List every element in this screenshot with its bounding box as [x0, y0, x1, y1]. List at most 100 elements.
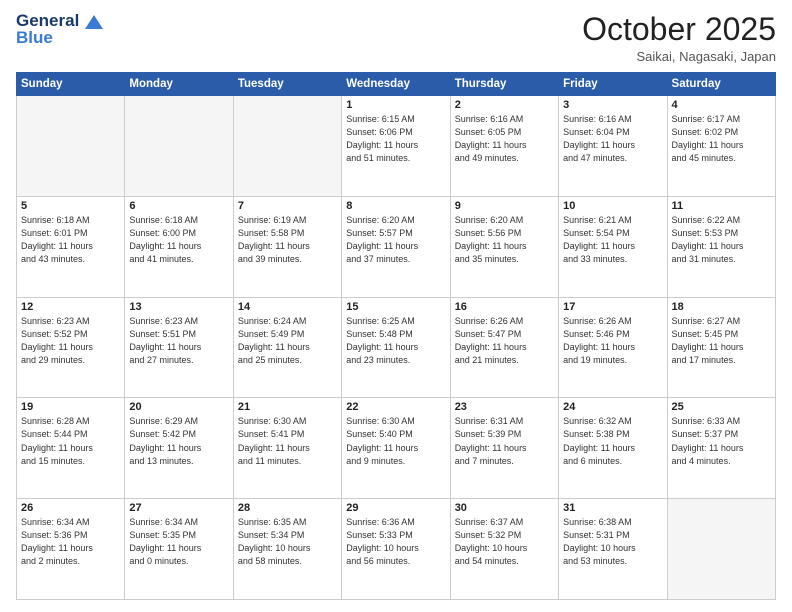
calendar-cell: 19Sunrise: 6:28 AM Sunset: 5:44 PM Dayli…	[17, 398, 125, 499]
calendar-cell: 23 Sunrise: 6:31 AM Sunset: 5:39 PM Dayli…	[450, 398, 558, 499]
day-number: 1	[346, 99, 445, 111]
day-number: 8	[346, 200, 445, 212]
calendar-cell: 12Sunrise: 6:23 AM Sunset: 5:52 PM Dayli…	[17, 297, 125, 398]
day-info: Sunrise: 6:31 AM Sunset: 5:39 PM Dayligh…	[455, 415, 554, 467]
location-subtitle: Saikai, Nagasaki, Japan	[582, 49, 776, 64]
day-number: 21	[238, 401, 337, 413]
day-info: Sunrise: 6:21 AM Sunset: 5:54 PM Dayligh…	[563, 214, 662, 266]
calendar-cell: 8 Sunrise: 6:20 AM Sunset: 5:57 PM Daylig…	[342, 196, 450, 297]
day-number: 23	[455, 401, 554, 413]
calendar-cell	[17, 96, 125, 197]
day-number: 25	[672, 401, 771, 413]
day-info: Sunrise: 6:36 AM Sunset: 5:33 PM Dayligh…	[346, 516, 445, 568]
day-number: 17	[563, 301, 662, 313]
header-thursday: Thursday	[450, 73, 558, 96]
day-info: Sunrise: 6:29 AM Sunset: 5:42 PM Dayligh…	[129, 415, 228, 467]
logo: General Blue	[16, 12, 103, 47]
day-number: 19	[21, 401, 120, 413]
calendar-cell: 11 Sunrise: 6:22 AM Sunset: 5:53 PM Dayli…	[667, 196, 775, 297]
day-info: Sunrise: 6:34 AM Sunset: 5:36 PM Dayligh…	[21, 516, 120, 568]
month-title: October 2025	[582, 12, 776, 47]
day-number: 10	[563, 200, 662, 212]
day-info: Sunrise: 6:38 AM Sunset: 5:31 PM Dayligh…	[563, 516, 662, 568]
day-number: 7	[238, 200, 337, 212]
day-info: Sunrise: 6:18 AM Sunset: 6:00 PM Dayligh…	[129, 214, 228, 266]
day-number: 6	[129, 200, 228, 212]
calendar-cell: 27Sunrise: 6:34 AM Sunset: 5:35 PM Dayli…	[125, 499, 233, 600]
day-info: Sunrise: 6:15 AM Sunset: 6:06 PM Dayligh…	[346, 113, 445, 165]
day-info: Sunrise: 6:18 AM Sunset: 6:01 PM Dayligh…	[21, 214, 120, 266]
calendar-page: General Blue October 2025 Saikai, Nagasa…	[0, 0, 792, 612]
day-info: Sunrise: 6:30 AM Sunset: 5:40 PM Dayligh…	[346, 415, 445, 467]
day-number: 22	[346, 401, 445, 413]
calendar-cell: 16 Sunrise: 6:26 AM Sunset: 5:47 PM Dayli…	[450, 297, 558, 398]
day-info: Sunrise: 6:20 AM Sunset: 5:56 PM Dayligh…	[455, 214, 554, 266]
day-info: Sunrise: 6:16 AM Sunset: 6:04 PM Dayligh…	[563, 113, 662, 165]
calendar-week-row: 1 Sunrise: 6:15 AM Sunset: 6:06 PM Daylig…	[17, 96, 776, 197]
calendar-cell: 25Sunrise: 6:33 AM Sunset: 5:37 PM Dayli…	[667, 398, 775, 499]
calendar-week-row: 19Sunrise: 6:28 AM Sunset: 5:44 PM Dayli…	[17, 398, 776, 499]
day-number: 26	[21, 502, 120, 514]
calendar-cell: 14 Sunrise: 6:24 AM Sunset: 5:49 PM Dayli…	[233, 297, 341, 398]
day-info: Sunrise: 6:26 AM Sunset: 5:47 PM Dayligh…	[455, 315, 554, 367]
calendar-cell: 10 Sunrise: 6:21 AM Sunset: 5:54 PM Dayli…	[559, 196, 667, 297]
day-info: Sunrise: 6:22 AM Sunset: 5:53 PM Dayligh…	[672, 214, 771, 266]
calendar-cell: 15 Sunrise: 6:25 AM Sunset: 5:48 PM Dayli…	[342, 297, 450, 398]
day-info: Sunrise: 6:34 AM Sunset: 5:35 PM Dayligh…	[129, 516, 228, 568]
header-tuesday: Tuesday	[233, 73, 341, 96]
weekday-header-row: Sunday Monday Tuesday Wednesday Thursday…	[17, 73, 776, 96]
title-block: October 2025 Saikai, Nagasaki, Japan	[582, 12, 776, 64]
calendar-week-row: 26 Sunrise: 6:34 AM Sunset: 5:36 PM Dayli…	[17, 499, 776, 600]
calendar-week-row: 5 Sunrise: 6:18 AM Sunset: 6:01 PM Daylig…	[17, 196, 776, 297]
header-wednesday: Wednesday	[342, 73, 450, 96]
day-info: Sunrise: 6:30 AM Sunset: 5:41 PM Dayligh…	[238, 415, 337, 467]
calendar-cell: 21 Sunrise: 6:30 AM Sunset: 5:41 PM Dayli…	[233, 398, 341, 499]
calendar-body: 1 Sunrise: 6:15 AM Sunset: 6:06 PM Daylig…	[17, 96, 776, 600]
calendar-cell: 29 Sunrise: 6:36 AM Sunset: 5:33 PM Dayli…	[342, 499, 450, 600]
day-info: Sunrise: 6:20 AM Sunset: 5:57 PM Dayligh…	[346, 214, 445, 266]
day-info: Sunrise: 6:26 AM Sunset: 5:46 PM Dayligh…	[563, 315, 662, 367]
day-number: 15	[346, 301, 445, 313]
day-number: 16	[455, 301, 554, 313]
day-number: 13	[129, 301, 228, 313]
day-info: Sunrise: 6:37 AM Sunset: 5:32 PM Dayligh…	[455, 516, 554, 568]
calendar-cell: 18 Sunrise: 6:27 AM Sunset: 5:45 PM Dayli…	[667, 297, 775, 398]
day-number: 24	[563, 401, 662, 413]
header-sunday: Sunday	[17, 73, 125, 96]
calendar-cell: 28Sunrise: 6:35 AM Sunset: 5:34 PM Dayli…	[233, 499, 341, 600]
calendar-cell: 7Sunrise: 6:19 AM Sunset: 5:58 PM Daylig…	[233, 196, 341, 297]
calendar-cell	[233, 96, 341, 197]
header: General Blue October 2025 Saikai, Nagasa…	[16, 12, 776, 64]
day-info: Sunrise: 6:27 AM Sunset: 5:45 PM Dayligh…	[672, 315, 771, 367]
calendar-cell: 5 Sunrise: 6:18 AM Sunset: 6:01 PM Daylig…	[17, 196, 125, 297]
day-number: 11	[672, 200, 771, 212]
logo-blue: Blue	[16, 29, 53, 48]
header-friday: Friday	[559, 73, 667, 96]
calendar-cell: 22 Sunrise: 6:30 AM Sunset: 5:40 PM Dayli…	[342, 398, 450, 499]
calendar-cell: 6 Sunrise: 6:18 AM Sunset: 6:00 PM Daylig…	[125, 196, 233, 297]
day-number: 18	[672, 301, 771, 313]
day-number: 2	[455, 99, 554, 111]
calendar-cell: 17 Sunrise: 6:26 AM Sunset: 5:46 PM Dayli…	[559, 297, 667, 398]
day-number: 3	[563, 99, 662, 111]
calendar-table: Sunday Monday Tuesday Wednesday Thursday…	[16, 72, 776, 600]
day-number: 14	[238, 301, 337, 313]
calendar-cell: 9 Sunrise: 6:20 AM Sunset: 5:56 PM Daylig…	[450, 196, 558, 297]
day-number: 4	[672, 99, 771, 111]
day-number: 5	[21, 200, 120, 212]
day-info: Sunrise: 6:25 AM Sunset: 5:48 PM Dayligh…	[346, 315, 445, 367]
day-number: 20	[129, 401, 228, 413]
day-info: Sunrise: 6:32 AM Sunset: 5:38 PM Dayligh…	[563, 415, 662, 467]
day-info: Sunrise: 6:23 AM Sunset: 5:51 PM Dayligh…	[129, 315, 228, 367]
day-info: Sunrise: 6:23 AM Sunset: 5:52 PM Dayligh…	[21, 315, 120, 367]
calendar-cell: 24 Sunrise: 6:32 AM Sunset: 5:38 PM Dayli…	[559, 398, 667, 499]
day-info: Sunrise: 6:35 AM Sunset: 5:34 PM Dayligh…	[238, 516, 337, 568]
day-info: Sunrise: 6:24 AM Sunset: 5:49 PM Dayligh…	[238, 315, 337, 367]
calendar-cell	[667, 499, 775, 600]
day-number: 29	[346, 502, 445, 514]
calendar-cell: 20 Sunrise: 6:29 AM Sunset: 5:42 PM Dayli…	[125, 398, 233, 499]
day-number: 9	[455, 200, 554, 212]
header-monday: Monday	[125, 73, 233, 96]
calendar-cell: 3 Sunrise: 6:16 AM Sunset: 6:04 PM Daylig…	[559, 96, 667, 197]
calendar-cell: 30Sunrise: 6:37 AM Sunset: 5:32 PM Dayli…	[450, 499, 558, 600]
